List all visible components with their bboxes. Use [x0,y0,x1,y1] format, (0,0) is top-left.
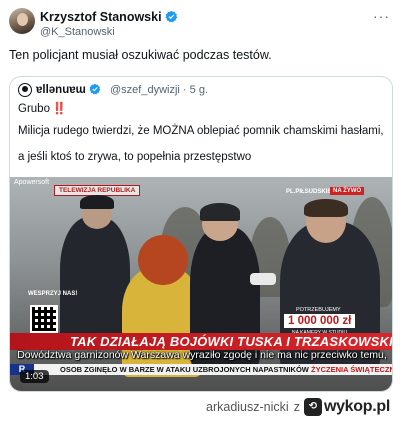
donate-label: WESPRZYJ NAS! [28,291,78,297]
ticker-headline: OSOB ZGINĘŁO W BARZE W ATAKU UZBROJONYCH… [60,365,309,374]
headline-text: TAK DZIAŁAJĄ BOJÓWKI TUSKA I TRZASKOWSKI… [70,334,392,349]
headline-bar: TAK DZIAŁAJĄ BOJÓWKI TUSKA I TRZASKOWSKI… [10,333,392,350]
ticker-right: ŻYCZENIA ŚWIĄTECZNE PIO [310,365,392,374]
verified-badge-icon [89,83,101,98]
watermark-connector: z [293,400,300,414]
wykop-watermark: arkadiusz-nicki z ⟲ wykop.pl [206,397,390,417]
author-name[interactable]: Krzysztof Stanowski [40,10,162,24]
author-handle[interactable]: @K_Stanowski [40,26,115,38]
live-badge: NA ŻYWO [330,187,365,195]
quoted-text-grubo: Grubo [18,103,50,115]
double-exclamation-icon: ‼️ [51,103,67,115]
author-avatar[interactable] [9,8,35,34]
quoted-tweet[interactable]: ɐllǝnuɐɯ @szef_dywizji · 5 g. Grubo ‼️ Mi… [9,76,393,392]
police-officer-figure [60,217,130,347]
quoted-text-line-1: Grubo ‼️ [18,101,66,115]
tweet-card: Krzysztof Stanowski @K_Stanowski ··· Ten… [0,0,400,392]
verified-badge-icon [165,10,178,26]
quoted-author-meta: @szef_dywizji · 5 g. [110,84,208,96]
quoted-author-handle[interactable]: @szef_dywizji [110,84,180,96]
wykop-logo-icon: ⟲ [303,398,322,416]
quoted-text-line-2: Milicja rudego twierdzi, że MOŻNA oblepi… [18,125,384,137]
tweet-text: Ten policjant musiał oszukiwać podczas t… [9,48,272,62]
apowersoft-watermark: Apowersoft [14,179,50,186]
video-subtitle: Dowództwa garnizonów Warszawa wyraziło z… [17,349,387,361]
video-player[interactable]: Apowersoft TELEWIZJA REPUBLIKA PL.PIŁSUD… [10,177,392,391]
fundraiser-amount: 1 000 000 zł [284,314,356,328]
woman-red-hair [138,235,188,285]
quoted-time[interactable]: · 5 g. [183,84,208,96]
quoted-text-line-3: a jeśli ktoś to zrywa, to popełnia przes… [18,151,252,163]
quoted-author-avatar[interactable] [18,83,32,97]
more-horizontal-icon[interactable]: ··· [373,8,390,24]
news-ticker: R OSOB ZGINĘŁO W BARZE W ATAKU UZBROJONY… [10,364,392,375]
ticker-text: OSOB ZGINĘŁO W BARZE W ATAKU UZBROJONYCH… [60,365,392,374]
video-duration: 1:03 [20,370,49,383]
watermark-user: arkadiusz-nicki [206,400,289,414]
author-name-row[interactable]: Krzysztof Stanowski [40,10,178,26]
microphone-icon [250,273,276,285]
qr-code-icon [30,305,58,333]
quoted-author-name[interactable]: ɐllǝnuɐɯ [36,84,86,96]
beanie-hat [200,203,240,221]
reporter-hair [304,199,348,217]
police-cap [80,195,114,209]
fundraiser-label: POTRZEBUJEMY [296,307,341,313]
watermark-site: wykop.pl [323,398,390,415]
quoted-author-name-row[interactable]: ɐllǝnuɐɯ [36,83,101,98]
